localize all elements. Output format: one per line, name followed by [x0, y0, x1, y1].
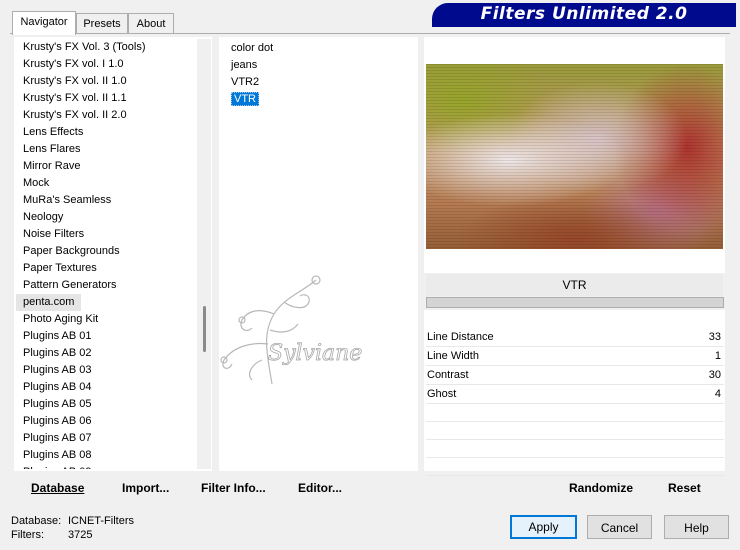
category-item[interactable]: Plugins AB 06	[16, 413, 196, 430]
category-item[interactable]: Krusty's FX vol. II 1.1	[16, 90, 196, 107]
apply-button[interactable]: Apply	[510, 515, 577, 539]
tab-divider	[10, 33, 730, 34]
filter-list[interactable]: color dot jeans VTR2 VTR	[228, 40, 408, 108]
category-list[interactable]: Krusty's FX Vol. 3 (Tools) Krusty's FX vo…	[16, 39, 196, 469]
filter-item-label: color dot	[231, 42, 274, 54]
category-item[interactable]: Neology	[16, 209, 196, 226]
filter-progress-bar	[426, 297, 724, 308]
category-scrollbar-thumb[interactable]	[203, 306, 206, 352]
category-item[interactable]: Plugins AB 02	[16, 345, 196, 362]
category-item[interactable]: Mock	[16, 175, 196, 192]
status-filters: Filters: 3725	[11, 529, 92, 541]
param-label: Ghost	[427, 388, 457, 400]
param-value[interactable]: 4	[715, 385, 721, 403]
status-database-value: ICNET-Filters	[68, 515, 134, 527]
param-label: Contrast	[427, 369, 469, 381]
param-label: Line Distance	[427, 331, 494, 343]
banner-underline	[432, 25, 736, 27]
category-item[interactable]: Plugins AB 04	[16, 379, 196, 396]
param-row-empty	[426, 458, 724, 476]
category-item[interactable]: Krusty's FX vol. I 1.0	[16, 56, 196, 73]
filter-item[interactable]: jeans	[228, 57, 408, 74]
filter-item-label: jeans	[231, 59, 258, 71]
database-button[interactable]: Database	[31, 481, 84, 495]
import-button[interactable]: Import...	[122, 481, 169, 495]
reset-label: Reset	[668, 481, 701, 495]
category-scrollbar[interactable]	[197, 39, 211, 469]
app-title-banner: Filters Unlimited 2.0	[432, 3, 736, 25]
preview-image	[426, 64, 723, 249]
watermark-text: Sylviane	[268, 341, 362, 366]
category-item[interactable]: Plugins AB 05	[16, 396, 196, 413]
category-item[interactable]: Krusty's FX vol. II 2.0	[16, 107, 196, 124]
database-label: Database	[31, 481, 85, 495]
param-row[interactable]: Line Width 1	[426, 347, 724, 366]
editor-label: Editor...	[298, 481, 343, 495]
category-item[interactable]: Plugins AB 07	[16, 430, 196, 447]
param-row-empty	[426, 440, 724, 458]
category-item[interactable]: Plugins AB 01	[16, 328, 196, 345]
param-row-empty	[426, 404, 724, 422]
tab-presets[interactable]: Presets	[76, 13, 128, 34]
parameter-list: Line Distance 33 Line Width 1 Contrast 3…	[426, 328, 724, 476]
filter-item[interactable]: VTR	[228, 91, 408, 108]
param-row[interactable]: Line Distance 33	[426, 328, 724, 347]
category-item[interactable]: Krusty's FX Vol. 3 (Tools)	[16, 39, 196, 56]
param-value[interactable]: 30	[709, 366, 721, 384]
param-row[interactable]: Contrast 30	[426, 366, 724, 385]
category-item[interactable]: Photo Aging Kit	[16, 311, 196, 328]
randomize-label: Randomize	[569, 481, 634, 495]
status-database-label: Database:	[11, 515, 62, 527]
param-row-empty	[426, 422, 724, 440]
filter-item-label: VTR2	[231, 76, 260, 88]
import-label: Import...	[122, 481, 170, 495]
category-item[interactable]: Noise Filters	[16, 226, 196, 243]
status-filters-label: Filters:	[11, 529, 44, 541]
category-item[interactable]: Lens Flares	[16, 141, 196, 158]
param-row[interactable]: Ghost 4	[426, 385, 724, 404]
category-item[interactable]: MuRa's Seamless	[16, 192, 196, 209]
category-item[interactable]: Paper Textures	[16, 260, 196, 277]
filter-name-label: VTR	[426, 274, 723, 296]
status-database: Database: ICNET-Filters	[11, 515, 134, 527]
cancel-button[interactable]: Cancel	[587, 515, 652, 539]
category-item[interactable]: Plugins AB 08	[16, 447, 196, 464]
reset-button[interactable]: Reset	[668, 481, 701, 495]
status-filters-value: 3725	[68, 529, 93, 541]
param-label: Line Width	[427, 350, 479, 362]
category-item[interactable]: penta.com	[16, 294, 81, 311]
category-item[interactable]: Plugins AB 09	[16, 464, 196, 469]
filter-info-label: Filter Info...	[201, 481, 266, 495]
filter-info-button[interactable]: Filter Info...	[201, 481, 266, 495]
param-value[interactable]: 1	[715, 347, 721, 365]
category-item[interactable]: Krusty's FX vol. II 1.0	[16, 73, 196, 90]
category-item[interactable]: Paper Backgrounds	[16, 243, 196, 260]
watermark-flourish: Sylviane	[220, 275, 363, 385]
category-item[interactable]: Pattern Generators	[16, 277, 196, 294]
filter-item[interactable]: VTR2	[228, 74, 408, 91]
help-button[interactable]: Help	[664, 515, 729, 539]
editor-button[interactable]: Editor...	[298, 481, 342, 495]
randomize-button[interactable]: Randomize	[569, 481, 633, 495]
category-item[interactable]: Plugins AB 03	[16, 362, 196, 379]
category-item[interactable]: Lens Effects	[16, 124, 196, 141]
param-value[interactable]: 33	[709, 328, 721, 346]
tab-navigator[interactable]: Navigator	[12, 11, 76, 35]
tab-about[interactable]: About	[128, 13, 174, 34]
filter-item[interactable]: color dot	[228, 40, 408, 57]
category-item[interactable]: Mirror Rave	[16, 158, 196, 175]
filter-item-label: VTR	[231, 92, 259, 106]
